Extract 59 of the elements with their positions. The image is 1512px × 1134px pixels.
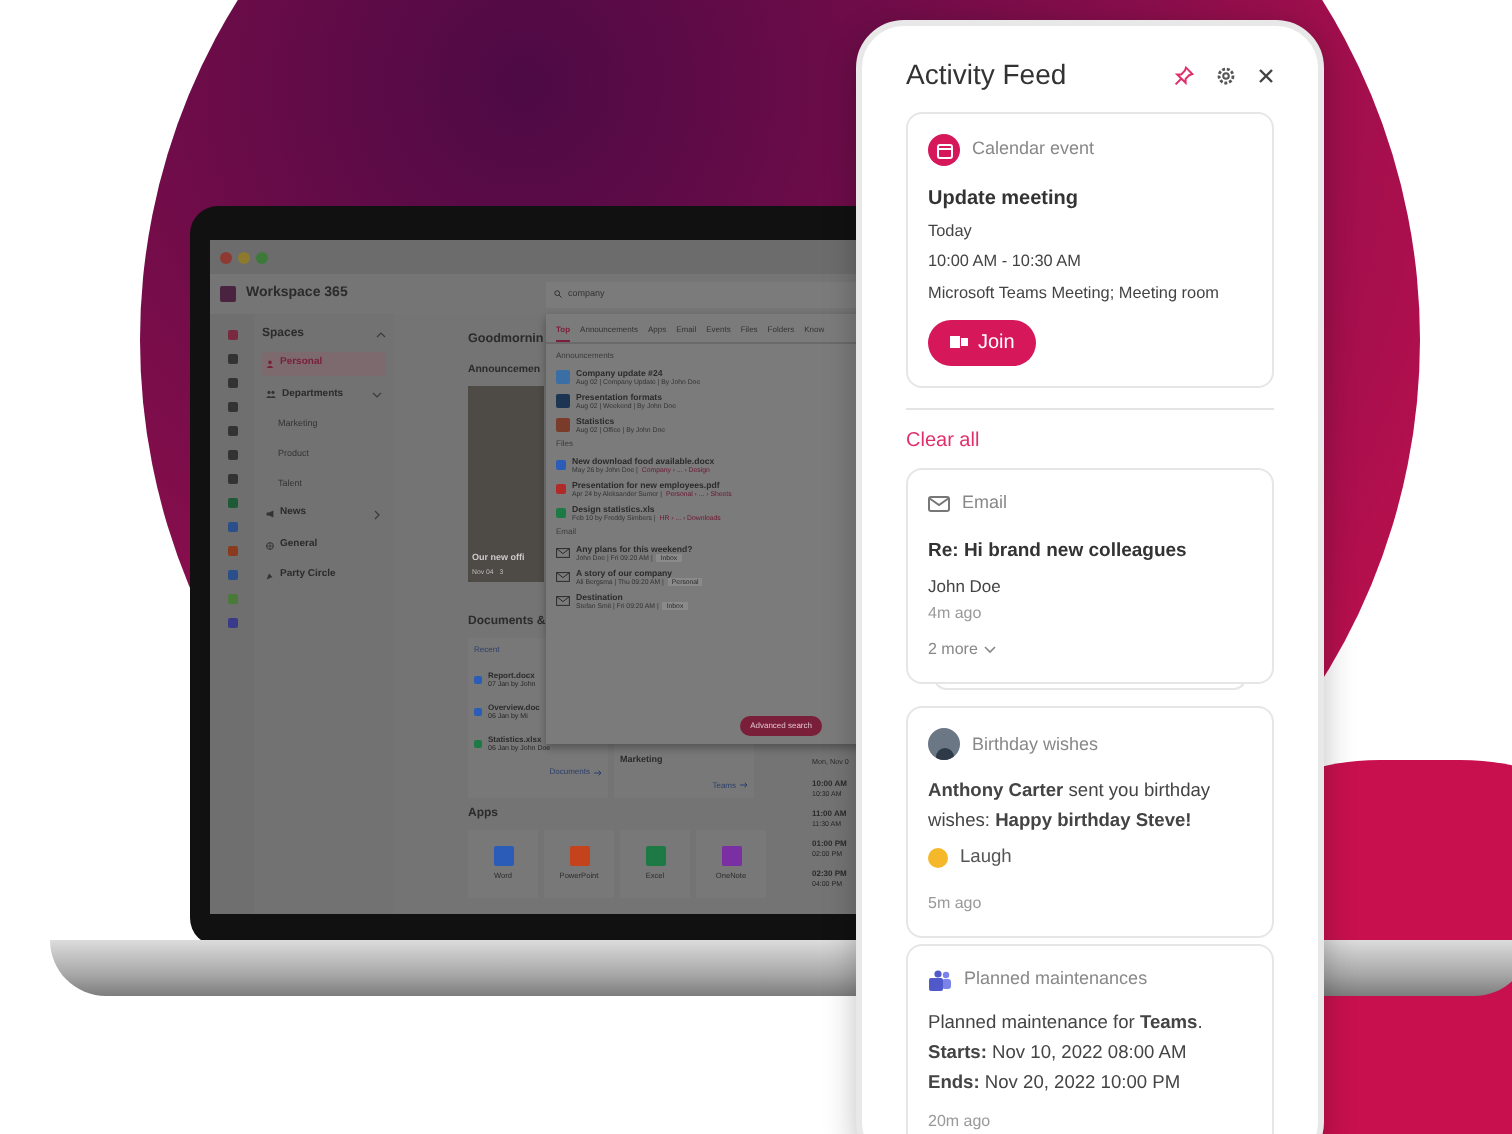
envelope-icon xyxy=(928,495,950,512)
email-subject: Re: Hi brand new colleagues xyxy=(928,538,1189,567)
rail-app-icon[interactable] xyxy=(227,426,237,436)
globe-icon xyxy=(266,541,274,549)
settings-icon[interactable] xyxy=(1216,65,1236,85)
rail-app-icon[interactable] xyxy=(227,618,237,628)
notification-type: Planned maintenances xyxy=(964,966,1148,993)
calendar-icon xyxy=(928,134,960,166)
rail-app-icon[interactable] xyxy=(227,522,237,532)
notification-type: Email xyxy=(962,489,1008,516)
notification-time: 5m ago xyxy=(928,892,984,917)
rail-app-icon[interactable] xyxy=(227,570,237,580)
chevron-icon xyxy=(374,509,380,519)
envelope-icon xyxy=(556,572,570,582)
rail-app-icon[interactable] xyxy=(227,474,237,484)
maintenance-detail: Planned maintenance for Teams. xyxy=(928,1009,1205,1036)
megaphone-icon xyxy=(266,510,274,518)
chevron-up-icon[interactable] xyxy=(376,332,386,338)
notification-time: 20m ago xyxy=(928,1109,993,1134)
chevron-icon xyxy=(372,391,382,398)
person-icon xyxy=(266,359,274,368)
maintenance-detail: Ends: Nov 20, 2022 10:00 PM xyxy=(928,1069,1183,1096)
chevron-down-icon xyxy=(983,646,996,655)
rail-app-icon[interactable] xyxy=(227,378,237,388)
event-title: Update meeting xyxy=(928,186,1081,214)
envelope-icon xyxy=(556,596,570,606)
people-icon xyxy=(266,390,276,399)
expand-toggle[interactable] xyxy=(372,391,382,398)
arrow-right-icon xyxy=(740,782,748,789)
close-window-icon[interactable] xyxy=(220,251,232,263)
panel-title: Activity Feed xyxy=(906,56,1067,94)
rail-app-icon[interactable] xyxy=(227,498,237,508)
smiley-icon xyxy=(928,848,948,869)
join-button[interactable]: Join xyxy=(928,319,1037,366)
app-logo-icon xyxy=(220,286,236,302)
birthday-message: Anthony Carter sent you birthday wishes: Happy birthday Steve! xyxy=(928,778,1213,835)
envelope-icon xyxy=(556,548,570,558)
maintenance-detail: Starts: Nov 10, 2022 08:00 AM xyxy=(928,1039,1189,1066)
show-more-button[interactable]: 2 more xyxy=(928,638,996,663)
email-sender: John Doe xyxy=(928,573,1003,599)
clear-all-link[interactable]: Clear all xyxy=(906,425,980,456)
notification-time: 4m ago xyxy=(928,602,984,627)
notification-type: Birthday wishes xyxy=(972,731,1099,758)
reaction-label: Laugh xyxy=(960,844,1012,871)
rail-app-icon[interactable] xyxy=(227,402,237,412)
rail-app-icon[interactable] xyxy=(227,354,237,364)
rail-app-icon[interactable] xyxy=(227,330,237,340)
event-detail: Microsoft Teams Meeting; Meeting room xyxy=(928,281,1221,306)
avatar-icon xyxy=(928,728,960,761)
arrow-right-icon xyxy=(594,769,602,776)
search-icon xyxy=(554,290,562,298)
pin-icon[interactable] xyxy=(1174,65,1194,85)
rail-app-icon[interactable] xyxy=(227,450,237,460)
close-icon[interactable] xyxy=(1258,67,1274,83)
event-detail: Today xyxy=(928,220,974,244)
expand-toggle[interactable] xyxy=(374,509,380,519)
rail-app-icon[interactable] xyxy=(227,546,237,556)
notification-type: Calendar event xyxy=(972,136,1095,163)
event-detail: 10:00 AM - 10:30 AM xyxy=(928,250,1083,275)
